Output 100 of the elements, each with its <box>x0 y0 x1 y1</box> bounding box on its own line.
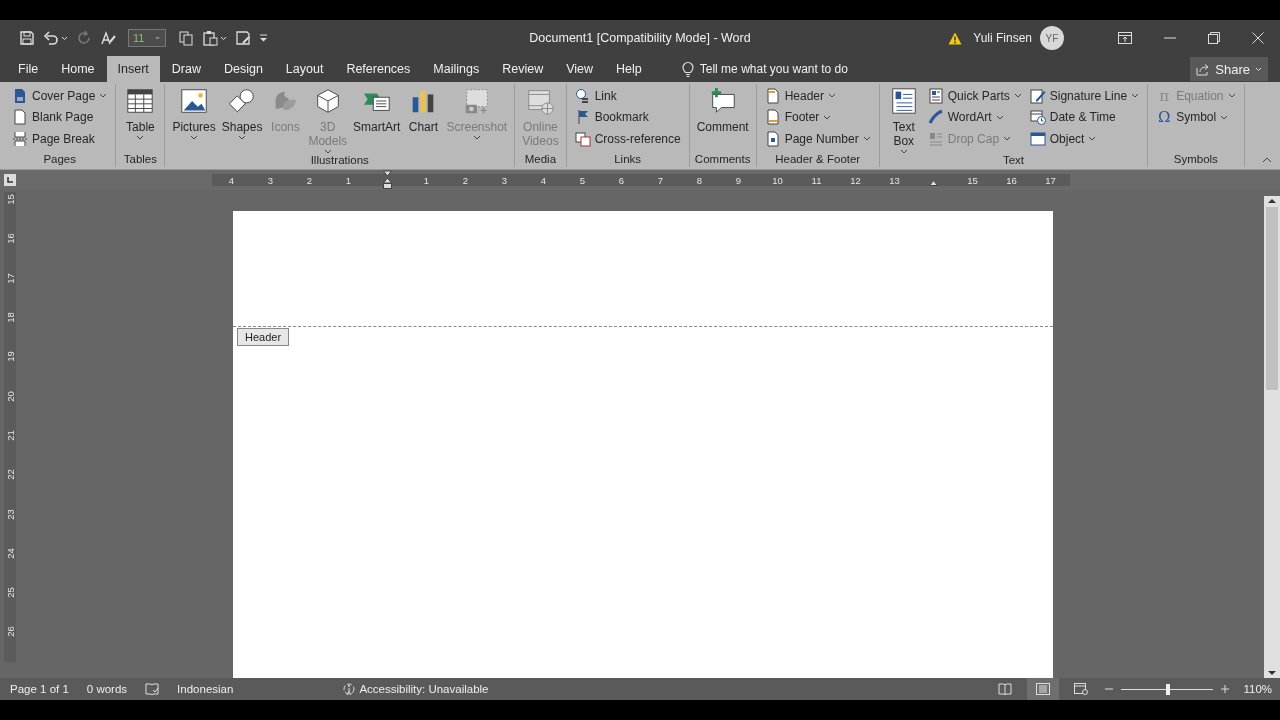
group-label: Links <box>613 153 643 167</box>
indent-marker-icon[interactable] <box>383 170 392 190</box>
ruler-number: 9 <box>735 174 742 186</box>
ribbon-tab[interactable]: References <box>335 56 422 82</box>
save-icon[interactable] <box>19 30 35 46</box>
font-size-field[interactable]: 11 <box>128 29 166 47</box>
user-avatar[interactable]: YF <box>1040 26 1064 50</box>
ribbon-button[interactable]: Comment <box>694 85 751 135</box>
book-icon <box>998 683 1013 695</box>
ribbon-button[interactable]: Ω Symbol <box>1153 106 1239 128</box>
share-icon <box>1196 62 1211 76</box>
ruler-number: 1 <box>345 174 352 186</box>
ruler-number: 10 <box>772 174 783 186</box>
ribbon-tab[interactable]: File <box>7 56 50 82</box>
ruler-number: 24 <box>4 548 16 559</box>
ribbon-button[interactable]: Table <box>121 85 160 141</box>
ribbon-tab[interactable]: Draw <box>160 56 212 82</box>
collapse-ribbon-icon[interactable] <box>1262 157 1272 163</box>
ribbon-button[interactable]: Signature Line <box>1026 85 1143 107</box>
save-as-icon[interactable] <box>235 30 251 46</box>
indent-marker-icon[interactable] <box>929 180 938 186</box>
proofing-icon[interactable] <box>145 682 160 696</box>
share-button[interactable]: Share <box>1190 57 1268 81</box>
page-number-icon <box>764 130 781 147</box>
ruler-number: 18 <box>4 312 16 323</box>
ribbon-button[interactable]: Cross-reference <box>571 128 684 150</box>
accessibility-icon[interactable] <box>341 682 358 696</box>
word-count[interactable]: 0 words <box>86 683 128 695</box>
tell-me-field[interactable]: Tell me what you want to do <box>699 62 900 76</box>
ribbon-tab[interactable]: Design <box>212 56 274 82</box>
ribbon-tab[interactable]: Help <box>605 56 653 82</box>
header-tag: Header <box>237 328 290 346</box>
lightbulb-icon[interactable] <box>681 60 694 78</box>
ribbon-button[interactable]: Link <box>571 85 684 107</box>
zoom-level[interactable]: 110% <box>1243 683 1272 695</box>
customize-icon[interactable] <box>259 33 268 43</box>
scroll-thumb[interactable] <box>1266 207 1278 390</box>
ruler-number: 15 <box>967 174 978 186</box>
ribbon-tab[interactable]: Layout <box>274 56 335 82</box>
cross-reference-icon <box>574 130 591 147</box>
ribbon-button[interactable]: WordArt <box>924 106 1025 128</box>
web-page-icon <box>1074 683 1089 695</box>
ribbon-button[interactable]: Shapes <box>219 85 265 141</box>
language[interactable]: Indonesian <box>177 683 234 695</box>
caret-icon[interactable] <box>220 35 227 41</box>
quick-parts-icon <box>927 87 944 104</box>
vertical-ruler[interactable]: 15 16 17 18 19 20 21 22 23 24 25 26 <box>4 192 16 662</box>
ribbon-button[interactable]: Object <box>1026 128 1143 150</box>
ribbon-button[interactable]: Page Break <box>9 128 111 150</box>
zoom-slider-thumb[interactable] <box>1166 683 1171 695</box>
accessibility-status[interactable]: Accessibility: Unavailable <box>359 683 489 695</box>
print-layout-button[interactable] <box>1027 678 1060 700</box>
ruler-number: 15 <box>4 194 16 205</box>
ribbon-button[interactable]: Blank Page <box>9 106 111 128</box>
caret-icon <box>1255 66 1262 72</box>
table-icon <box>125 86 156 116</box>
ribbon-button[interactable]: Date & Time <box>1026 106 1143 128</box>
group-label: Comments <box>694 153 751 167</box>
page-break-icon <box>12 130 28 147</box>
copy-icon[interactable] <box>178 30 194 46</box>
ribbon-button[interactable]: Page Number <box>761 128 874 150</box>
ribbon-tab[interactable]: Mailings <box>422 56 491 82</box>
ribbon-button[interactable]: Chart <box>404 85 443 135</box>
ribbon-button[interactable]: Quick Parts <box>924 85 1025 107</box>
ruler-number: 16 <box>4 233 16 245</box>
ribbon-button[interactable]: Cover Page <box>9 85 111 107</box>
ribbon-tab[interactable]: Home <box>50 56 106 82</box>
warning-icon[interactable] <box>948 31 963 45</box>
ribbon-tab[interactable]: View <box>555 56 605 82</box>
document-page[interactable]: Header <box>233 211 1053 678</box>
tab-selector-icon[interactable] <box>4 174 16 186</box>
ribbon-tab[interactable]: Insert <box>106 56 160 82</box>
ribbon-display-icon[interactable] <box>1118 32 1132 44</box>
zoom-out-icon[interactable] <box>1105 685 1114 693</box>
zoom-in-icon[interactable] <box>1221 685 1230 693</box>
group-label: Symbols <box>1172 153 1219 167</box>
ribbon-button[interactable]: Text Box <box>884 85 923 155</box>
ruler-number: 19 <box>4 351 16 363</box>
header-icon <box>764 87 781 104</box>
ruler-number: 1 <box>423 174 430 186</box>
undo-icon[interactable] <box>43 30 59 46</box>
close-icon[interactable] <box>1252 32 1264 44</box>
scrollbar[interactable] <box>1264 196 1280 678</box>
ruler-number: 2 <box>462 174 469 186</box>
ribbon-button[interactable]: Header <box>761 85 874 107</box>
ribbon-button[interactable]: Bookmark <box>571 106 684 128</box>
ribbon-button[interactable]: Footer <box>761 106 874 128</box>
picture-icon <box>179 86 210 116</box>
ribbon-button[interactable]: SmartArt <box>351 85 403 135</box>
group-label: Pages <box>42 153 77 167</box>
page-count[interactable]: Page 1 of 1 <box>10 683 69 695</box>
user-name[interactable]: Yuli Finsen <box>973 31 1032 45</box>
paste-icon[interactable] <box>202 30 218 46</box>
restore-icon[interactable] <box>1208 32 1220 44</box>
ribbon-tab[interactable]: Review <box>491 56 555 82</box>
ribbon-button[interactable]: Pictures <box>170 85 218 141</box>
caret-icon[interactable] <box>61 35 68 41</box>
footer-icon <box>764 109 781 126</box>
brush-icon[interactable] <box>100 30 116 46</box>
ruler-number: 2 <box>306 174 313 186</box>
